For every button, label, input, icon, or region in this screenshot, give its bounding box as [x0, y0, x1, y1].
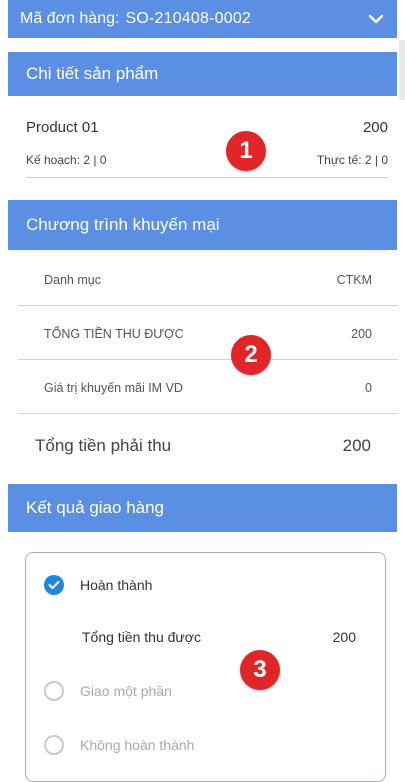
- collected-amount-row: Tổng tiền thu được 200: [82, 629, 356, 645]
- promo-category-value: CTKM: [336, 273, 372, 287]
- total-due-value: 200: [342, 436, 371, 455]
- annotation-marker-3: 3: [240, 650, 280, 690]
- radio-empty-icon[interactable]: [44, 681, 64, 701]
- chevron-down-icon[interactable]: [367, 10, 385, 28]
- product-item[interactable]: Product 01 200 Kế hoạch: 2 | 0 Thực tế: …: [26, 110, 388, 178]
- option-label: Giao một phần: [80, 683, 172, 699]
- promo-category-label: Danh mục: [44, 273, 101, 287]
- total-due-label: Tổng tiền phải thu: [35, 436, 172, 455]
- section-promotion: Chương trình khuyến mại: [8, 200, 397, 250]
- product-actual: Thực tế: 2 | 0: [316, 153, 388, 167]
- order-code-header[interactable]: Mã đơn hàng: SO-210408-0002: [8, 0, 397, 38]
- scrollbar[interactable]: [399, 40, 405, 100]
- total-due-row: Tổng tiền phải thu 200: [18, 414, 398, 476]
- option-label: Không hoàn thành: [80, 737, 195, 753]
- section-title: Kết quả giao hàng: [26, 498, 165, 517]
- order-code-value: SO-210408-0002: [125, 10, 252, 27]
- promo-total-collected-label: TỔNG TIỀN THU ĐƯỢC: [44, 327, 184, 341]
- section-product-details: Chi tiết sản phẩm: [8, 52, 397, 96]
- product-plan: Kế hoạch: 2 | 0: [26, 153, 107, 167]
- table-row: Giá trị khuyến mãi IM VD 0: [18, 360, 398, 414]
- radio-option-partial[interactable]: Giao một phần: [44, 681, 172, 701]
- section-title: Chương trình khuyến mại: [26, 215, 220, 234]
- section-delivery-result: Kết quả giao hàng: [8, 484, 397, 532]
- radio-empty-icon[interactable]: [44, 735, 64, 755]
- radio-option-completed[interactable]: Hoàn thành: [44, 575, 152, 595]
- table-row: Danh mục CTKM: [18, 252, 398, 306]
- promo-discount-label: Giá trị khuyến mãi IM VD: [44, 381, 183, 395]
- radio-option-not-completed[interactable]: Không hoàn thành: [44, 735, 194, 755]
- order-code-label: Mã đơn hàng:: [20, 10, 120, 27]
- delivery-result-card: Hoàn thành Tổng tiền thu được 200 Giao m…: [25, 552, 386, 782]
- promo-total-collected-value: 200: [351, 327, 372, 341]
- collected-value: 200: [332, 629, 356, 645]
- annotation-marker-1: 1: [226, 131, 266, 171]
- product-quantity: 200: [362, 119, 388, 136]
- promo-discount-value: 0: [365, 381, 372, 395]
- annotation-marker-2: 2: [231, 335, 271, 375]
- option-label: Hoàn thành: [80, 577, 153, 593]
- table-row: TỔNG TIỀN THU ĐƯỢC 200: [18, 306, 398, 360]
- checkmark-icon[interactable]: [44, 575, 64, 595]
- order-detail-page: Mã đơn hàng: SO-210408-0002 Chi tiết sản…: [0, 0, 405, 782]
- section-title: Chi tiết sản phẩm: [26, 64, 159, 83]
- product-name: Product 01: [26, 119, 99, 136]
- collected-label: Tổng tiền thu được: [82, 629, 201, 645]
